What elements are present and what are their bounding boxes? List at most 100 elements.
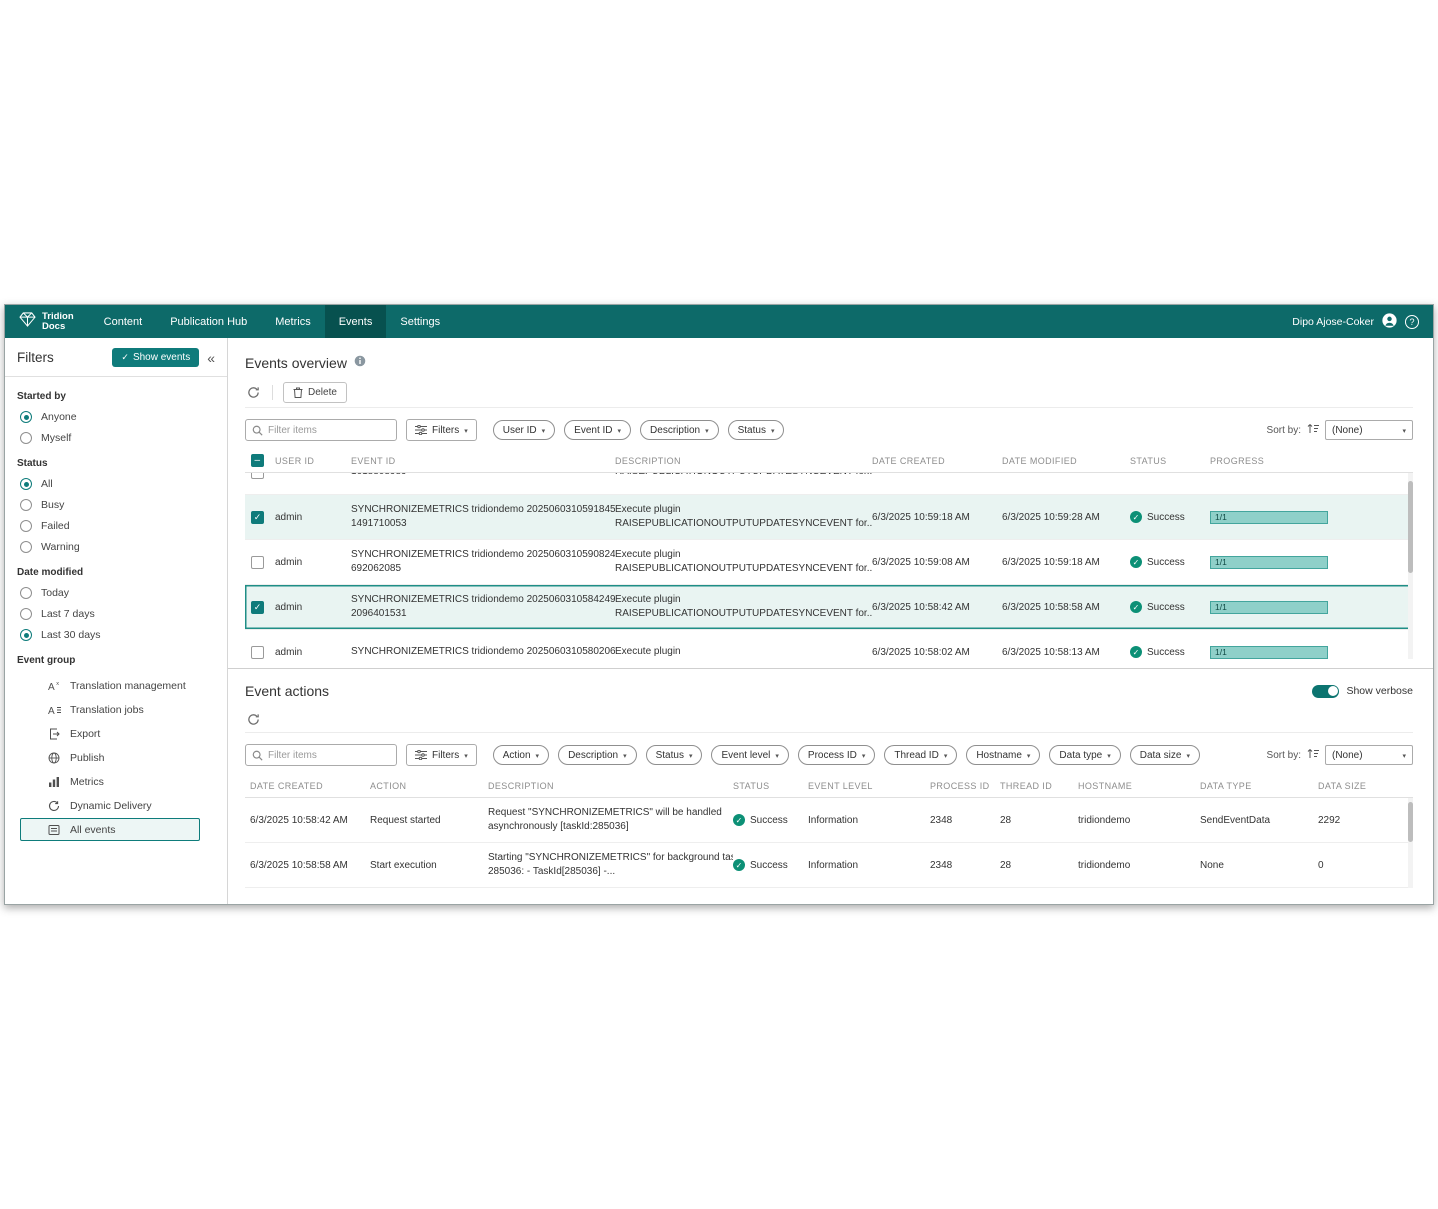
sidebar-item-export[interactable]: Export xyxy=(20,722,200,745)
nav-item-publication-hub[interactable]: Publication Hub xyxy=(156,305,261,338)
pill-data-type[interactable]: Data type xyxy=(1049,745,1120,765)
pill-description[interactable]: Description xyxy=(558,745,637,765)
sort-direction-icon[interactable] xyxy=(1307,421,1319,439)
search-box xyxy=(245,419,397,441)
pill-event-level[interactable]: Event level xyxy=(711,745,788,765)
filter-items-input[interactable] xyxy=(268,750,390,761)
table-row[interactable]: admin SYNCHRONIZEMETRICS tridiondemo 202… xyxy=(245,540,1413,585)
row-checkbox[interactable] xyxy=(251,473,264,479)
help-icon[interactable] xyxy=(1405,315,1419,329)
filters-sidebar: Filters Show events Started by Anyone My… xyxy=(5,338,228,904)
trash-icon xyxy=(293,387,303,398)
scrollbar-track[interactable] xyxy=(1408,798,1413,888)
select-all-checkbox[interactable] xyxy=(251,454,264,467)
progress-bar: 1/1 xyxy=(1210,511,1328,524)
app-body: Filters Show events Started by Anyone My… xyxy=(5,338,1433,904)
radio-icon xyxy=(20,411,32,423)
started-by-heading: Started by xyxy=(17,391,215,402)
date-modified-heading: Date modified xyxy=(17,567,215,578)
show-events-button[interactable]: Show events xyxy=(112,348,199,367)
actions-table-header: DATE CREATED ACTION DESCRIPTION STATUS E… xyxy=(245,774,1413,798)
radio-failed[interactable]: Failed xyxy=(20,520,215,532)
pill-user-id[interactable]: User ID xyxy=(493,420,555,440)
collapse-sidebar-icon[interactable] xyxy=(207,351,215,365)
radio-icon xyxy=(20,499,32,511)
sidebar-item-translation-jobs[interactable]: A Translation jobs xyxy=(20,698,200,721)
dynamic-delivery-icon xyxy=(47,800,61,812)
radio-last-7-days[interactable]: Last 7 days xyxy=(20,608,215,620)
user-name[interactable]: Dipo Ajose-Coker xyxy=(1292,316,1374,328)
delete-button[interactable]: Delete xyxy=(283,382,347,403)
brand[interactable]: Tridion Docs xyxy=(5,305,90,338)
radio-icon xyxy=(20,432,32,444)
search-box xyxy=(245,744,397,766)
radio-anyone[interactable]: Anyone xyxy=(20,411,215,423)
pill-status[interactable]: Status xyxy=(646,745,703,765)
app-window: Tridion Docs Content Publication Hub Met… xyxy=(4,304,1434,905)
pill-thread-id[interactable]: Thread ID xyxy=(884,745,957,765)
radio-icon xyxy=(20,608,32,620)
row-checkbox[interactable] xyxy=(251,556,264,569)
status-heading: Status xyxy=(17,458,215,469)
progress-bar: 1/1 xyxy=(1210,556,1328,569)
table-row[interactable]: 6/3/2025 10:58:58 AM Start execution Sta… xyxy=(245,843,1413,888)
sort-select[interactable]: (None) xyxy=(1325,420,1413,440)
event-actions-title: Event actions xyxy=(245,683,329,699)
pill-process-id[interactable]: Process ID xyxy=(798,745,875,765)
radio-last-30-days[interactable]: Last 30 days xyxy=(20,629,215,641)
scrollbar-thumb[interactable] xyxy=(1408,802,1413,842)
radio-all[interactable]: All xyxy=(20,478,215,490)
chevron-down-icon xyxy=(1402,750,1406,761)
chevron-down-icon xyxy=(618,425,622,436)
show-verbose-toggle[interactable] xyxy=(1312,685,1339,698)
translation-management-icon: Ax xyxy=(47,680,61,692)
radio-busy[interactable]: Busy xyxy=(20,499,215,511)
sidebar-item-all-events[interactable]: All events xyxy=(20,818,200,841)
row-checkbox[interactable] xyxy=(251,511,264,524)
events-table-body: 1618808989 RAISEPUBLICATIONOUTPUTUPDATES… xyxy=(245,473,1413,659)
filter-items-input[interactable] xyxy=(268,425,390,436)
refresh-actions-button[interactable] xyxy=(245,711,262,728)
sidebar-item-publish[interactable]: Publish xyxy=(20,746,200,769)
avatar-icon[interactable] xyxy=(1382,313,1397,331)
chevron-down-icon xyxy=(1186,750,1190,761)
brand-title: Tridion Docs xyxy=(42,312,74,332)
table-row[interactable]: admin SYNCHRONIZEMETRICS tridiondemo 202… xyxy=(245,630,1413,659)
top-nav: Tridion Docs Content Publication Hub Met… xyxy=(5,305,1433,338)
nav-item-settings[interactable]: Settings xyxy=(386,305,454,338)
sidebar-item-metrics[interactable]: Metrics xyxy=(20,770,200,793)
pill-data-size[interactable]: Data size xyxy=(1130,745,1200,765)
sidebar-item-dynamic-delivery[interactable]: Dynamic Delivery xyxy=(20,794,200,817)
table-row[interactable]: 1618808989 RAISEPUBLICATIONOUTPUTUPDATES… xyxy=(245,473,1413,495)
chevron-down-icon xyxy=(536,750,540,761)
scrollbar-track[interactable] xyxy=(1408,473,1413,659)
radio-myself[interactable]: Myself xyxy=(20,432,215,444)
sort-direction-icon[interactable] xyxy=(1307,746,1319,764)
sort-by-label: Sort by: xyxy=(1267,750,1301,761)
row-checkbox[interactable] xyxy=(251,646,264,659)
pill-description[interactable]: Description xyxy=(640,420,719,440)
filters-button[interactable]: Filters xyxy=(406,419,477,441)
sort-select[interactable]: (None) xyxy=(1325,745,1413,765)
radio-warning[interactable]: Warning xyxy=(20,541,215,553)
info-icon[interactable] xyxy=(354,354,366,372)
nav-item-metrics[interactable]: Metrics xyxy=(261,305,324,338)
table-row-selected[interactable]: admin SYNCHRONIZEMETRICS tridiondemo 202… xyxy=(245,585,1413,630)
chevron-down-icon xyxy=(771,425,775,436)
pill-hostname[interactable]: Hostname xyxy=(966,745,1040,765)
event-actions-section: Event actions Show verbose xyxy=(228,668,1433,888)
row-checkbox[interactable] xyxy=(251,601,264,614)
translation-jobs-icon: A xyxy=(47,704,61,716)
table-row[interactable]: 6/3/2025 10:58:42 AM Request started Req… xyxy=(245,798,1413,843)
table-row[interactable]: admin SYNCHRONIZEMETRICS tridiondemo 202… xyxy=(245,495,1413,540)
radio-today[interactable]: Today xyxy=(20,587,215,599)
nav-item-events[interactable]: Events xyxy=(325,305,387,338)
filters-button[interactable]: Filters xyxy=(406,744,477,766)
nav-item-content[interactable]: Content xyxy=(90,305,157,338)
scrollbar-thumb[interactable] xyxy=(1408,481,1413,573)
refresh-button[interactable] xyxy=(245,384,262,401)
pill-event-id[interactable]: Event ID xyxy=(564,420,631,440)
pill-action[interactable]: Action xyxy=(493,745,549,765)
pill-status[interactable]: Status xyxy=(728,420,785,440)
sidebar-item-translation-management[interactable]: Ax Translation management xyxy=(20,674,200,697)
